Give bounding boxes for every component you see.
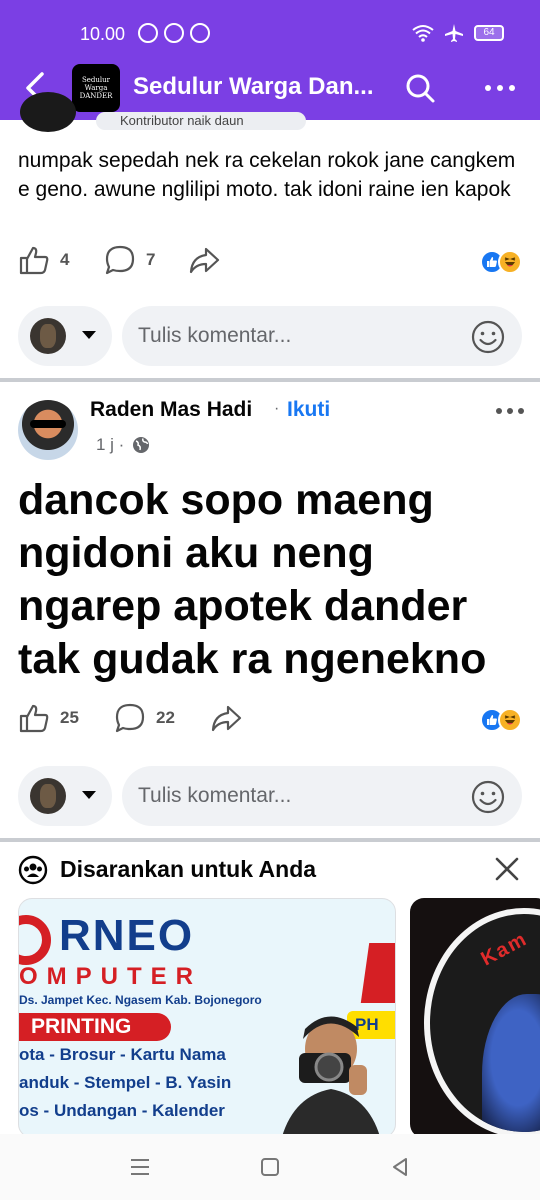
- sunglasses-shape: [30, 420, 66, 428]
- whatsapp-icon: [138, 23, 158, 43]
- card-brand: RNEO: [59, 911, 195, 960]
- post1-text: numpak sepedah nek ra cekelan rokok jane…: [18, 149, 516, 201]
- comment-button[interactable]: 22: [114, 702, 175, 734]
- author-name[interactable]: Raden Mas Hadi: [90, 398, 252, 422]
- suggested-title: Disarankan untuk Anda: [60, 856, 317, 882]
- group-nav-bar: Sedulur Warga DANDER Sedulur Warga Dan..…: [0, 58, 540, 118]
- notification-icons: [138, 23, 210, 43]
- reaction-summary[interactable]: [480, 250, 522, 274]
- comment-button[interactable]: 7: [104, 244, 155, 276]
- group-avatar-line1: Sedulur Warga: [81, 76, 111, 92]
- group-avatar[interactable]: Sedulur Warga DANDER: [72, 64, 120, 112]
- card-service-line: anduk - Stempel - B. Yasin: [19, 1073, 232, 1092]
- thumbs-up-icon: [19, 704, 49, 733]
- card-service-line: ota - Brosur - Kartu Nama: [19, 1045, 226, 1064]
- author-avatar[interactable]: [18, 400, 78, 460]
- name-separator: ·: [274, 400, 280, 417]
- card-printing-label: PRINTING: [19, 1013, 171, 1041]
- app-notification-icon: [164, 23, 184, 43]
- close-icon[interactable]: [492, 854, 522, 884]
- emoji-icon[interactable]: [470, 779, 506, 815]
- share-icon: [189, 247, 220, 274]
- post-divider: [0, 378, 540, 382]
- status-time: 10.00: [80, 24, 126, 44]
- like-count: 4: [60, 250, 70, 269]
- card2-emblem: Kam: [424, 908, 540, 1138]
- post-options-icon[interactable]: [494, 402, 526, 420]
- card-address: Ds. Jampet Kec. Ngasem Kab. Bojonegoro: [19, 993, 262, 1007]
- follow-link[interactable]: Ikuti: [287, 398, 330, 422]
- contributor-badge: Kontributor naik daun: [96, 112, 306, 130]
- more-icon[interactable]: [480, 70, 520, 106]
- app-header: 10.00 64 Sedulur Warga DANDER Sedulur Wa…: [0, 0, 540, 120]
- group-avatar-line2: DANDER: [79, 92, 113, 100]
- comment-icon: [105, 245, 135, 275]
- user-avatar: [30, 778, 66, 814]
- system-nav-bar: [0, 1134, 540, 1200]
- like-button[interactable]: 4: [18, 244, 69, 276]
- post1-comment-row: [0, 306, 540, 368]
- system-icons: 64: [412, 23, 504, 43]
- haha-reaction-icon: [498, 250, 522, 274]
- post2-actions: 25 22: [0, 702, 540, 742]
- comment-count: 7: [146, 250, 156, 269]
- share-button[interactable]: [188, 244, 220, 276]
- card-subbrand: OMPUTER: [19, 963, 202, 990]
- airplane-icon: [445, 24, 463, 42]
- user-avatar: [30, 318, 66, 354]
- globe-icon: [133, 437, 149, 453]
- reaction-summary[interactable]: [480, 708, 522, 732]
- home-icon[interactable]: [261, 1158, 279, 1176]
- comment-count: 22: [156, 708, 175, 727]
- comment-input[interactable]: [122, 306, 522, 366]
- pinwheel-icon: [190, 23, 210, 43]
- menu-icon[interactable]: [130, 1158, 150, 1176]
- group-title[interactable]: Sedulur Warga Dan...: [133, 73, 378, 101]
- comment-icon: [115, 703, 145, 733]
- card-service-line: os - Undangan - Kalender: [19, 1101, 225, 1120]
- suggested-card-2[interactable]: Kam: [410, 898, 540, 1138]
- post-time: 1 j ·: [96, 435, 125, 454]
- emoji-icon[interactable]: [470, 319, 506, 355]
- wifi-icon: [412, 25, 434, 42]
- profile-switcher[interactable]: [18, 306, 112, 366]
- profile-switcher[interactable]: [18, 766, 112, 826]
- decorative-bar: [360, 943, 395, 1003]
- photographer-image: [281, 1016, 381, 1137]
- haha-reaction-icon: [498, 708, 522, 732]
- post-divider: [0, 838, 540, 842]
- comment-input[interactable]: [122, 766, 522, 826]
- post2-text: dancok sopo maeng ngidoni aku neng ngare…: [18, 476, 487, 683]
- caret-down-icon: [82, 331, 96, 339]
- post2-comment-row: [0, 766, 540, 828]
- caret-down-icon: [82, 791, 96, 799]
- battery-icon: 64: [474, 25, 504, 41]
- status-bar: 10.00 64: [0, 14, 540, 54]
- suggested-card-borneo[interactable]: RNEO OMPUTER Ds. Jampet Kec. Ngasem Kab.…: [18, 898, 396, 1138]
- search-icon[interactable]: [402, 70, 438, 106]
- post1-author-avatar[interactable]: [20, 92, 76, 132]
- like-count: 25: [60, 708, 79, 727]
- bird-image: [482, 994, 540, 1132]
- share-button[interactable]: [210, 702, 242, 734]
- like-button[interactable]: 25: [18, 702, 79, 734]
- back-icon[interactable]: [390, 1157, 410, 1177]
- post1-actions: 4 7: [0, 244, 540, 284]
- share-icon: [211, 705, 242, 732]
- card2-text: Kam: [477, 927, 532, 971]
- groups-icon: [18, 855, 48, 885]
- logo-ring-shape: [19, 915, 51, 965]
- thumbs-up-icon: [19, 246, 49, 275]
